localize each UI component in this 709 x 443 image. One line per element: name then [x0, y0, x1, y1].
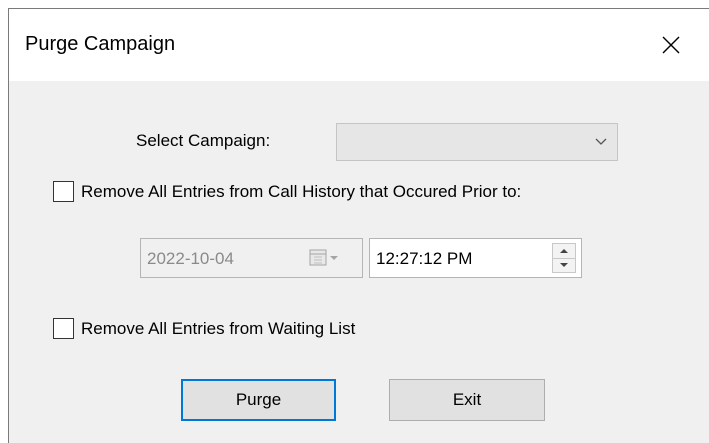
waiting-list-checkbox-label[interactable]: Remove All Entries from Waiting List: [81, 319, 355, 339]
campaign-dropdown[interactable]: [336, 123, 618, 161]
close-icon: [662, 36, 680, 54]
call-history-checkbox-label[interactable]: Remove All Entries from Call History tha…: [81, 182, 521, 202]
purge-button[interactable]: Purge: [181, 379, 336, 421]
call-history-checkbox[interactable]: [53, 181, 74, 202]
spin-up-icon: [560, 249, 568, 253]
chevron-down-icon: [595, 138, 607, 145]
select-campaign-label: Select Campaign:: [136, 131, 271, 150]
close-button[interactable]: [649, 25, 693, 65]
title-bar: Purge Campaign: [9, 9, 709, 81]
call-history-time-picker[interactable]: 12:27:12 PM: [369, 238, 582, 278]
time-value: 12:27:12 PM: [376, 249, 473, 268]
spin-up-button[interactable]: [553, 244, 575, 259]
purge-campaign-dialog: Purge Campaign Select Campaign: Remove A…: [8, 8, 709, 443]
exit-button[interactable]: Exit: [389, 379, 545, 421]
calendar-icon[interactable]: [309, 249, 341, 267]
time-spinner: [552, 243, 576, 273]
dialog-title: Purge Campaign: [25, 33, 176, 55]
waiting-list-checkbox[interactable]: [53, 318, 74, 339]
call-history-date-picker[interactable]: 2022-10-04: [140, 238, 363, 278]
spin-down-button[interactable]: [553, 258, 575, 272]
spin-down-icon: [560, 263, 568, 267]
date-value: 2022-10-04: [147, 249, 234, 268]
